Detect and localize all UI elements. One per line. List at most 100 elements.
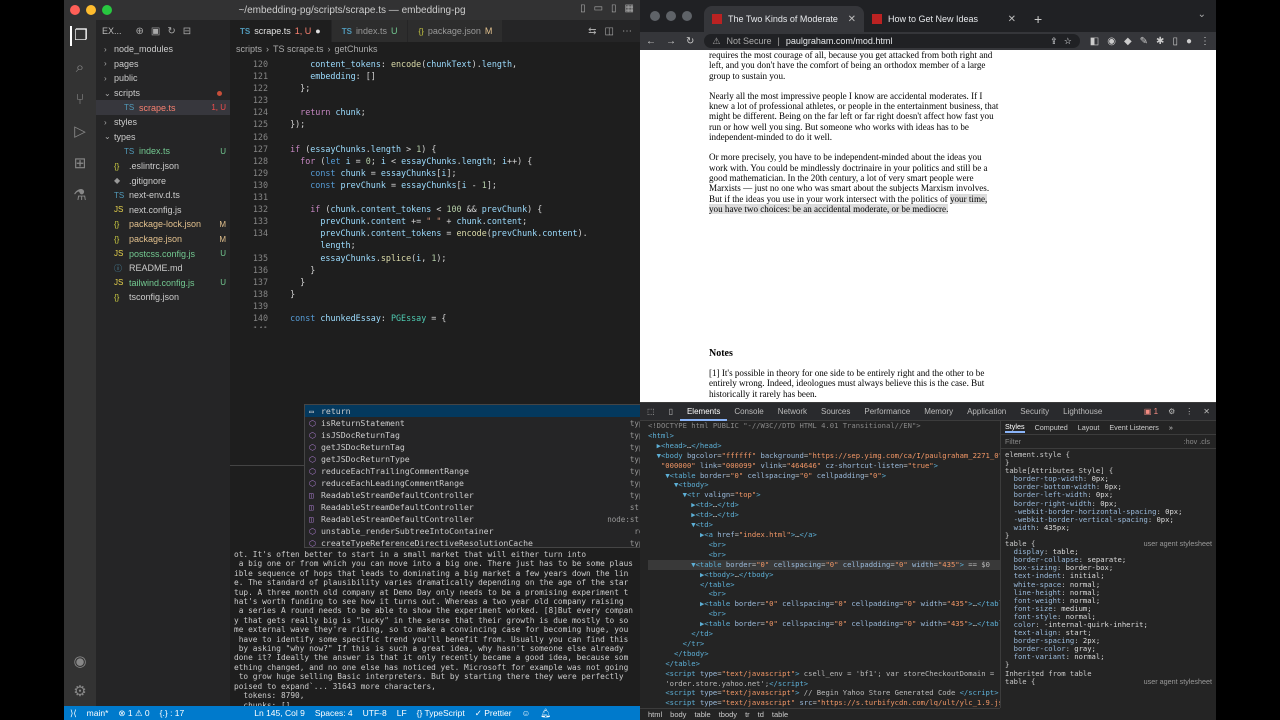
forward-icon[interactable]: → bbox=[666, 36, 676, 47]
styles-tab[interactable]: Layout bbox=[1078, 423, 1100, 432]
suggestion-item[interactable]: ◫ ReadableStreamDefaultController typescri… bbox=[305, 489, 640, 501]
dom-crumb[interactable]: td bbox=[758, 710, 764, 719]
tree-item[interactable]: › node_modules bbox=[96, 42, 230, 57]
styles-tab[interactable]: Styles bbox=[1005, 422, 1025, 433]
tree-item[interactable]: TS index.ts U bbox=[96, 144, 230, 159]
devtools-tab-memory[interactable]: Memory bbox=[917, 403, 960, 421]
browser-tab[interactable]: The Two Kinds of Moderate ✕ bbox=[704, 6, 864, 32]
tree-item[interactable]: › public bbox=[96, 71, 230, 86]
devtools-menu-icon[interactable]: ⋮ bbox=[1185, 407, 1193, 416]
remote-icon[interactable]: ⟩⟨ bbox=[70, 708, 77, 719]
devtools-tab-sources[interactable]: Sources bbox=[814, 403, 857, 421]
bookmark-star-icon[interactable]: ☆ bbox=[1064, 36, 1072, 47]
feedback-icon[interactable]: ☺ bbox=[522, 708, 531, 718]
devtools-tab-elements[interactable]: Elements bbox=[679, 403, 728, 421]
devtools-tab-application[interactable]: Application bbox=[960, 403, 1013, 421]
account-icon[interactable]: ◉ bbox=[70, 652, 90, 672]
styles-tab[interactable]: Computed bbox=[1035, 423, 1068, 432]
explorer-icon[interactable]: ❐ bbox=[70, 26, 90, 46]
devtools-tab-lighthouse[interactable]: Lighthouse bbox=[1056, 403, 1109, 421]
styles-tab[interactable]: Event Listeners bbox=[1109, 423, 1159, 432]
browser-minimize-button[interactable] bbox=[666, 11, 676, 21]
filter-input[interactable]: Filter bbox=[1005, 437, 1021, 446]
zoom-window-button[interactable] bbox=[102, 5, 112, 15]
extension-icon[interactable]: ◧ bbox=[1090, 36, 1099, 47]
tree-item[interactable]: JS postcss.config.js U bbox=[96, 246, 230, 261]
dom-crumb[interactable]: table bbox=[772, 710, 788, 719]
devtools-tab-network[interactable]: Network bbox=[771, 403, 814, 421]
browser-close-button[interactable] bbox=[650, 11, 660, 21]
suggestion-item[interactable]: ⬡ createTypeReferenceDirectiveResolutionC… bbox=[305, 537, 640, 547]
suggestion-item[interactable]: ◫ ReadableStreamDefaultController node:str… bbox=[305, 513, 640, 525]
tree-item[interactable]: ⌄ types bbox=[96, 130, 230, 145]
tree-item[interactable]: › pages bbox=[96, 57, 230, 72]
hov-cls-toggle[interactable]: :hov .cls bbox=[1184, 437, 1216, 446]
extension-icon[interactable]: ◆ bbox=[1124, 36, 1132, 47]
cursor-position[interactable]: Ln 145, Col 9 bbox=[254, 708, 305, 718]
tree-item[interactable]: TS scrape.ts 1, U bbox=[96, 100, 230, 115]
dom-crumb[interactable]: html bbox=[648, 710, 662, 719]
suggestion-item[interactable]: ⬡ isJSDocReturnTag typescript bbox=[305, 429, 640, 441]
styles-filter[interactable]: Filter :hov .cls bbox=[1001, 435, 1216, 449]
new-file-icon[interactable]: ⊕ bbox=[136, 26, 144, 37]
tree-item[interactable]: › styles bbox=[96, 115, 230, 130]
devtools-tab-console[interactable]: Console bbox=[727, 403, 770, 421]
dom-crumb[interactable]: tr bbox=[745, 710, 750, 719]
tree-item[interactable]: {} tsconfig.json bbox=[96, 290, 230, 305]
editor-tab-package-json[interactable]: {} package.json M bbox=[408, 20, 504, 42]
ports-status[interactable]: {.} : 17 bbox=[160, 708, 185, 718]
language-mode[interactable]: {} TypeScript bbox=[417, 708, 465, 718]
file-encoding[interactable]: UTF-8 bbox=[363, 708, 387, 718]
settings-gear-icon[interactable]: ⚙ bbox=[1168, 407, 1175, 416]
extension-icon[interactable]: ◉ bbox=[1107, 36, 1116, 47]
toggle-panel-icon[interactable]: ▭ bbox=[594, 3, 603, 14]
inspect-icon[interactable]: ⬚ bbox=[640, 403, 662, 421]
dom-crumb[interactable]: body bbox=[670, 710, 686, 719]
dom-tree[interactable]: <!DOCTYPE html PUBLIC "-//W3C//DTD HTML … bbox=[640, 421, 1000, 708]
close-tab-icon[interactable]: ✕ bbox=[848, 14, 856, 25]
suggestion-item[interactable]: ▭returnreturn bbox=[305, 405, 640, 417]
tree-item[interactable]: ◆ .gitignore bbox=[96, 173, 230, 188]
browser-tab[interactable]: How to Get New Ideas ✕ bbox=[864, 6, 1024, 32]
compare-icon[interactable]: ⇆ bbox=[588, 26, 596, 37]
split-editor-icon[interactable]: ◫ bbox=[605, 26, 614, 37]
suggestion-item[interactable]: ⬡ isReturnStatement typescript bbox=[305, 417, 640, 429]
suggestion-item[interactable]: ⬡ unstable_renderSubtreeIntoContainer reac… bbox=[305, 525, 640, 537]
profile-avatar[interactable]: ● bbox=[1186, 36, 1192, 47]
git-branch[interactable]: main* bbox=[87, 708, 109, 718]
notifications-icon[interactable]: 🔔︎ bbox=[540, 708, 551, 719]
devtools-tab-performance[interactable]: Performance bbox=[857, 403, 917, 421]
toggle-sidebar-icon[interactable]: ▯ bbox=[580, 3, 586, 14]
editor-tab-index-ts[interactable]: TS index.ts U bbox=[331, 20, 409, 42]
suggestion-item[interactable]: ⬡ reduceEachLeadingCommentRange typescript bbox=[305, 477, 640, 489]
code-editor[interactable]: 120 content_tokens: encode(chunkText).le… bbox=[230, 58, 634, 328]
dom-crumb[interactable]: tbody bbox=[719, 710, 737, 719]
close-window-button[interactable] bbox=[70, 5, 80, 15]
collapse-all-icon[interactable]: ⊟ bbox=[183, 26, 191, 37]
more-actions-icon[interactable]: ⋯ bbox=[622, 26, 632, 37]
search-icon[interactable]: ⌕ bbox=[70, 58, 90, 78]
tree-item[interactable]: JS tailwind.config.js U bbox=[96, 276, 230, 291]
customize-layout-icon[interactable]: ▦ bbox=[625, 3, 634, 14]
testing-icon[interactable]: ⚗ bbox=[70, 186, 90, 206]
tree-item[interactable]: ⌄ scripts bbox=[96, 86, 230, 101]
address-bar[interactable]: ⚠ Not Secure | paulgraham.com/mod.html ⇪… bbox=[704, 34, 1080, 48]
refresh-icon[interactable]: ↻ bbox=[167, 26, 175, 37]
run-debug-icon[interactable]: ▷ bbox=[70, 122, 90, 142]
terminal-output[interactable]: ot. It's often better to start in a smal… bbox=[234, 550, 636, 720]
extensions-puzzle-icon[interactable]: ✱ bbox=[1156, 36, 1164, 47]
line-ending[interactable]: LF bbox=[397, 708, 407, 718]
suggestion-item[interactable]: ⬡ getJSDocReturnType typescript bbox=[305, 453, 640, 465]
close-devtools-icon[interactable]: ✕ bbox=[1203, 407, 1210, 416]
problems-count[interactable]: ⊗ 1 ⚠ 0 bbox=[118, 708, 149, 719]
tree-item[interactable]: JS next.config.js bbox=[96, 203, 230, 218]
back-icon[interactable]: ← bbox=[646, 36, 656, 47]
tree-item[interactable]: ⓘ README.md bbox=[96, 261, 230, 276]
tab-search-icon[interactable]: ⌄ bbox=[1198, 9, 1206, 20]
styles-tab[interactable]: » bbox=[1169, 423, 1173, 432]
tab-modified-dot-icon[interactable]: ● bbox=[315, 26, 320, 36]
suggestion-item[interactable]: ⬡ reduceEachTrailingCommentRange typescrip… bbox=[305, 465, 640, 477]
minimize-window-button[interactable] bbox=[86, 5, 96, 15]
indent-setting[interactable]: Spaces: 4 bbox=[315, 708, 353, 718]
browser-zoom-button[interactable] bbox=[682, 11, 692, 21]
